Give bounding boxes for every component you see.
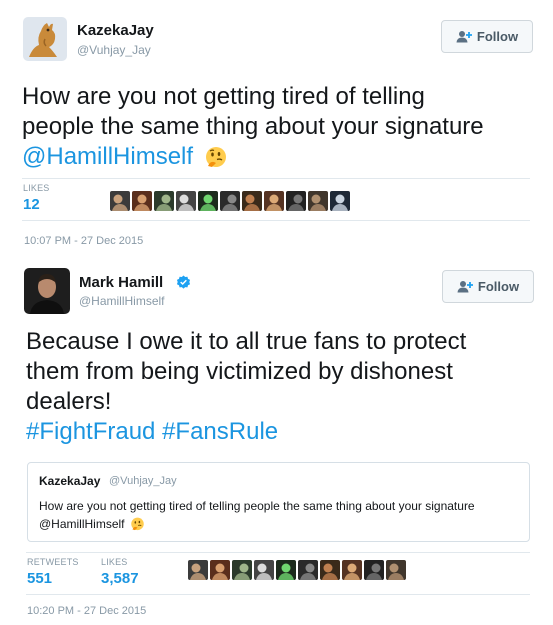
liker-avatar[interactable]: [232, 560, 252, 580]
liker-avatar[interactable]: [154, 191, 174, 211]
liker-avatar[interactable]: [286, 191, 306, 211]
liker-avatar[interactable]: [110, 191, 130, 211]
liker-avatar[interactable]: [198, 191, 218, 211]
quoted-mention: @HamillHimself: [39, 517, 125, 531]
follow-button[interactable]: Follow: [442, 270, 534, 303]
timestamp-link[interactable]: 10:20 PM - 27 Dec 2015: [27, 605, 146, 617]
liker-avatar[interactable]: [364, 560, 384, 580]
retweets-count: 551: [27, 570, 53, 587]
liker-avatar[interactable]: [242, 191, 262, 211]
author-name[interactable]: KazekaJay: [77, 22, 154, 39]
author-handle[interactable]: @HamillHimself: [79, 294, 165, 308]
liker-avatar[interactable]: [188, 560, 208, 580]
divider: [26, 594, 530, 595]
likes-count: 3,587: [101, 570, 139, 587]
liker-avatar[interactable]: [298, 560, 318, 580]
tweet-text-line: Because I owe it to all true fans to pro…: [26, 328, 467, 355]
add-person-icon: [457, 281, 473, 293]
likes-label: LIKES: [23, 183, 50, 193]
liker-avatar[interactable]: [320, 560, 340, 580]
liker-avatars: [110, 191, 350, 211]
liker-avatar[interactable]: [342, 560, 362, 580]
liker-avatar[interactable]: [276, 560, 296, 580]
author-name[interactable]: Mark Hamill: [79, 274, 163, 291]
liker-avatars: [188, 560, 406, 580]
divider: [22, 220, 530, 221]
divider: [22, 178, 530, 179]
add-person-icon: [456, 31, 472, 43]
liker-avatar[interactable]: [254, 560, 274, 580]
tweet-text: How are you not getting tired of telling…: [22, 82, 484, 172]
quoted-author-name: KazekaJay: [39, 474, 101, 488]
divider: [26, 552, 530, 553]
tweet-kazekajay: KazekaJay @Vuhjay_Jay Follow How are you…: [0, 0, 553, 258]
thinking-face-icon: [131, 517, 144, 531]
quoted-author-handle: @Vuhjay_Jay: [109, 475, 177, 487]
liker-avatar[interactable]: [210, 560, 230, 580]
follow-label: Follow: [476, 29, 519, 44]
hashtag-link[interactable]: #FansRule: [162, 418, 278, 445]
likes-stat[interactable]: LIKES 3,587: [101, 557, 139, 587]
mention-link[interactable]: @HamillHimself: [22, 143, 193, 170]
follow-button[interactable]: Follow: [441, 20, 533, 53]
liker-avatar[interactable]: [330, 191, 350, 211]
verified-badge-icon: [176, 275, 191, 289]
quoted-text-line: How are you not getting tired of telling…: [39, 499, 475, 513]
tweet-text: Because I owe it to all true fans to pro…: [26, 327, 466, 447]
liker-avatar[interactable]: [176, 191, 196, 211]
kazekajay-avatar[interactable]: [23, 17, 67, 61]
retweets-stat[interactable]: RETWEETS 551: [27, 557, 79, 587]
liker-avatar[interactable]: [264, 191, 284, 211]
tweet-text-line: dealers!: [26, 388, 112, 415]
follow-label: Follow: [477, 279, 520, 294]
liker-avatar[interactable]: [220, 191, 240, 211]
portrait-avatar-image: [24, 268, 70, 314]
timestamp-link[interactable]: 10:07 PM - 27 Dec 2015: [24, 235, 143, 247]
author-handle[interactable]: @Vuhjay_Jay: [77, 43, 151, 57]
tweet-text-line: them from being victimized by dishonest: [26, 358, 453, 385]
mark-hamill-avatar[interactable]: [24, 268, 70, 314]
liker-avatar[interactable]: [132, 191, 152, 211]
tweet-mark-hamill: Mark Hamill @HamillHimself Follow Becaus…: [0, 258, 553, 625]
likes-stat[interactable]: LIKES 12: [23, 183, 50, 213]
quoted-tweet[interactable]: KazekaJay @Vuhjay_Jay How are you not ge…: [27, 462, 530, 542]
likes-label: LIKES: [101, 557, 128, 567]
likes-count: 12: [23, 196, 40, 213]
liker-avatar[interactable]: [386, 560, 406, 580]
hashtag-link[interactable]: #FightFraud: [26, 418, 155, 445]
kangaroo-avatar-image: [23, 17, 67, 61]
retweets-label: RETWEETS: [27, 557, 79, 567]
quoted-tweet-text: How are you not getting tired of telling…: [39, 497, 475, 533]
liker-avatar[interactable]: [308, 191, 328, 211]
tweet-text-line: people the same thing about your signatu…: [22, 113, 484, 140]
thinking-face-icon: [205, 146, 226, 167]
tweet-text-line: How are you not getting tired of telling: [22, 83, 425, 110]
